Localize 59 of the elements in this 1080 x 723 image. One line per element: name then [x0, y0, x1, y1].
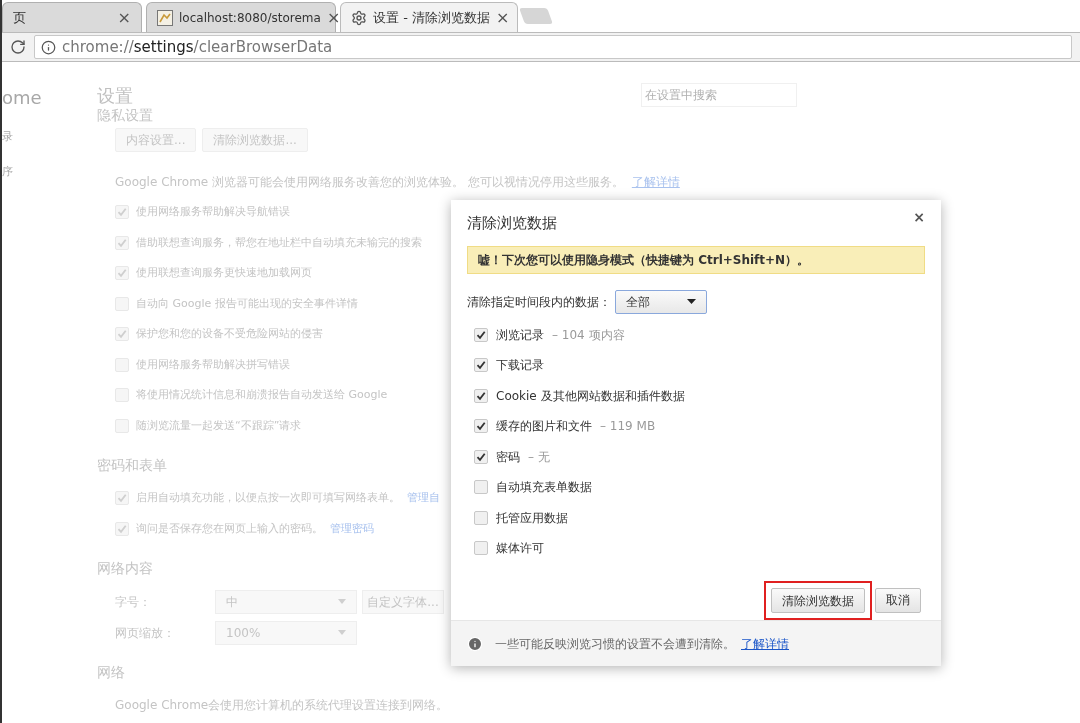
image-icon	[157, 9, 173, 26]
option-label: 密码	[496, 448, 520, 466]
checkbox[interactable]	[474, 510, 488, 525]
checkbox[interactable]	[115, 266, 129, 281]
tab-title: 设置 - 清除浏览数据	[373, 8, 490, 27]
browser-tab[interactable]: 设置 - 清除浏览数据 ×	[340, 2, 518, 32]
info-icon	[467, 635, 483, 652]
checkbox[interactable]	[115, 235, 129, 250]
option-label: 托管应用数据	[496, 509, 568, 527]
checkbox[interactable]	[474, 358, 488, 373]
close-icon[interactable]: ×	[913, 210, 925, 235]
incognito-notice: 嘘！下次您可以使用隐身模式（快捷键为 Ctrl+Shift+N）。	[467, 245, 925, 274]
checkbox[interactable]	[115, 491, 129, 506]
section-heading: 网络	[97, 663, 125, 682]
section-heading: 隐私设置	[97, 108, 153, 125]
option-label: 下载记录	[496, 357, 544, 375]
checkbox[interactable]	[474, 388, 488, 403]
caret-icon	[338, 599, 346, 604]
footer-text: 一些可能反映浏览习惯的设置不会遭到清除。	[495, 635, 735, 653]
option-label: Cookie 及其他网站数据和插件数据	[496, 387, 685, 405]
address-bar[interactable]: chrome://settings/clearBrowserData	[34, 35, 1072, 59]
checkbox[interactable]	[115, 327, 129, 342]
cancel-button[interactable]: 取消	[875, 587, 921, 613]
tab-title: localhost:8080/storema	[179, 9, 321, 27]
option-label: 浏览记录	[496, 326, 544, 344]
time-range-dropdown[interactable]: 全部	[615, 289, 707, 314]
checkbox[interactable]	[115, 205, 129, 220]
caret-icon	[687, 299, 696, 304]
option-detail: – 无	[528, 448, 550, 466]
close-icon[interactable]: ×	[495, 5, 510, 30]
checkbox[interactable]	[474, 541, 488, 556]
range-label: 清除指定时间段内的数据：	[467, 293, 611, 311]
browser-tab[interactable]: localhost:8080/storema ×	[146, 2, 336, 32]
option-label: 媒体许可	[496, 540, 544, 558]
clear-data-button[interactable]: 清除浏览数据	[771, 588, 865, 613]
checkbox[interactable]	[474, 480, 488, 495]
gear-icon	[351, 9, 367, 26]
tab-title: 页	[13, 8, 27, 27]
option-label: 自动填充表单数据	[496, 479, 592, 497]
url-text: chrome://settings/clearBrowserData	[62, 36, 333, 58]
learn-more-link[interactable]: 了解详情	[741, 634, 789, 653]
section-heading: 网络内容	[97, 559, 153, 578]
checkbox[interactable]	[115, 521, 129, 536]
option-label: 缓存的图片和文件	[496, 418, 592, 436]
page-title: 设置	[97, 83, 134, 108]
checkbox[interactable]	[474, 449, 488, 464]
option-detail: – 119 MB	[600, 418, 656, 436]
caret-icon	[338, 630, 346, 635]
browser-tab[interactable]: 页 ×	[2, 2, 142, 32]
checkbox[interactable]	[474, 327, 488, 342]
new-tab-button[interactable]	[519, 8, 553, 24]
option-detail: – 104 项内容	[552, 326, 625, 344]
reload-icon[interactable]	[10, 39, 26, 55]
search-field[interactable]: 在设置中搜索	[641, 83, 797, 107]
close-icon[interactable]: ×	[117, 5, 131, 30]
info-icon	[41, 39, 56, 55]
dialog-title: 清除浏览数据	[467, 213, 557, 234]
checkbox[interactable]	[474, 419, 488, 434]
section-heading: 密码和表单	[97, 456, 167, 475]
